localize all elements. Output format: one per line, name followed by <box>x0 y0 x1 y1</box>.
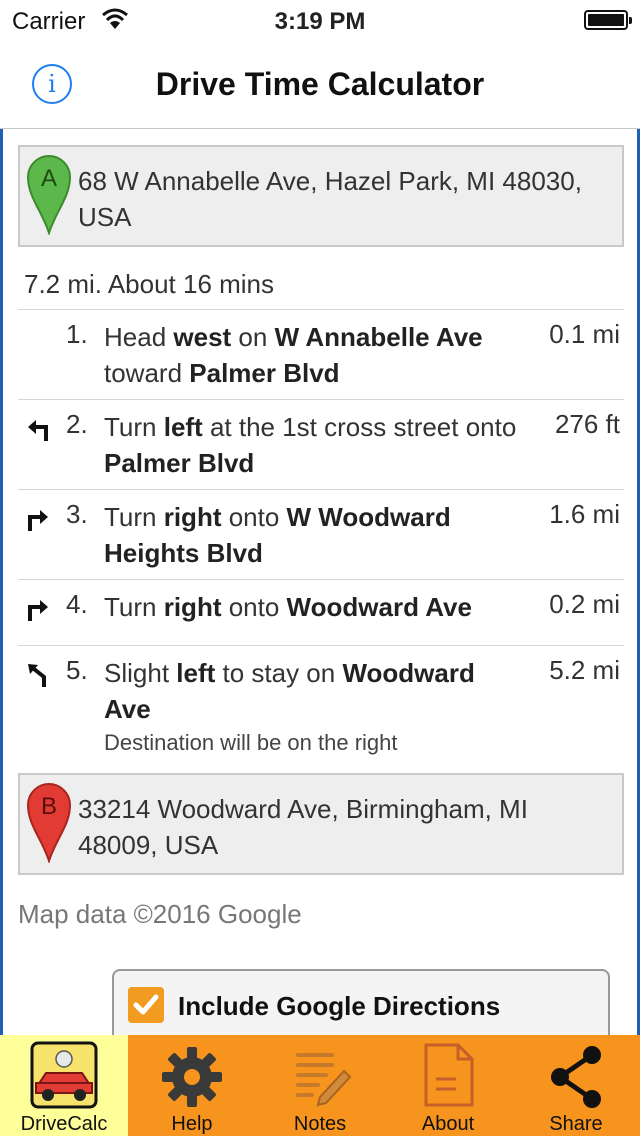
step-text: onto <box>221 592 287 622</box>
direction-step: 5. Slight left to stay on Woodward Ave Des… <box>18 645 624 769</box>
battery-icon <box>584 10 632 30</box>
step-emphasis: right <box>163 502 222 532</box>
step-text: Turn <box>104 412 164 442</box>
step-distance: 5.2 mi <box>549 655 620 685</box>
step-instruction: Turn left at the 1st cross street onto P… <box>104 409 524 481</box>
step-number: 1. <box>66 319 88 349</box>
step-distance: 0.1 mi <box>549 319 620 349</box>
step-emphasis: W Annabelle Ave <box>274 322 483 352</box>
step-emphasis: Palmer Blvd <box>104 448 255 478</box>
gear-icon <box>162 1047 222 1107</box>
tab-label: DriveCalc <box>20 1113 108 1135</box>
step-emphasis: left <box>176 658 216 688</box>
step-text: Slight <box>104 658 177 688</box>
step-emphasis: Woodward Ave <box>286 592 472 622</box>
drivecalc-car-icon <box>30 1041 98 1109</box>
direction-step: 3. Turn right onto W Woodward Heights Blv… <box>18 489 624 579</box>
step-distance: 0.2 mi <box>549 589 620 619</box>
step-emphasis: right <box>163 592 222 622</box>
destination-address: 33214 Woodward Ave, Birmingham, MI 48009… <box>78 794 528 860</box>
origin-pin-label: A <box>41 165 57 192</box>
origin-address-box: A 68 W Annabelle Ave, Hazel Park, MI 480… <box>18 145 624 247</box>
tab-help[interactable]: Help <box>128 1035 256 1136</box>
destination-pin-icon: B <box>26 783 72 863</box>
include-google-directions-label: Include Google Directions <box>178 991 501 1021</box>
tab-about[interactable]: About <box>384 1035 512 1136</box>
step-text: toward <box>104 358 190 388</box>
status-bar: Carrier 3:19 PM <box>0 0 640 40</box>
step-number: 3. <box>66 499 88 529</box>
step-text: onto <box>221 502 287 532</box>
step-instruction: Turn right onto W Woodward Heights Blvd <box>104 499 524 571</box>
turn-left-icon <box>28 420 48 441</box>
notes-icon <box>296 1053 352 1107</box>
tab-notes[interactable]: Notes <box>256 1035 384 1136</box>
origin-pin-icon: A <box>26 155 72 235</box>
step-distance: 1.6 mi <box>549 499 620 529</box>
step-instruction: Turn right onto Woodward Ave <box>104 589 524 625</box>
step-number: 4. <box>66 589 88 619</box>
turn-right-icon <box>28 510 48 531</box>
navigation-bar: i Drive Time Calculator <box>0 40 640 129</box>
page-title: Drive Time Calculator <box>155 66 485 102</box>
tab-label: Help <box>171 1113 213 1135</box>
step-text: Head <box>104 322 174 352</box>
map-attribution: Map data ©2016 Google <box>18 899 302 929</box>
step-number: 5. <box>66 655 88 685</box>
route-summary: 7.2 mi. About 16 mins <box>24 269 275 299</box>
step-emphasis: Palmer Blvd <box>189 358 340 388</box>
share-icon <box>551 1046 601 1108</box>
tab-bar: DriveCalc Help Notes About Share <box>0 1035 640 1136</box>
include-google-directions-toggle[interactable]: Include Google Directions <box>112 969 610 1035</box>
step-emphasis: left <box>163 412 203 442</box>
document-icon <box>424 1043 474 1107</box>
step-instruction: Head west on W Annabelle Ave toward Palm… <box>104 319 524 391</box>
step-instruction: Slight left to stay on Woodward Ave Desti… <box>104 655 524 759</box>
slight-left-icon <box>28 664 46 687</box>
tab-label: About <box>421 1113 475 1135</box>
direction-step: 2. Turn left at the 1st cross street onto… <box>18 399 624 489</box>
step-text: to stay on <box>215 658 343 688</box>
step-note: Destination will be on the right <box>104 730 398 755</box>
step-text: Turn <box>104 592 164 622</box>
step-number: 2. <box>66 409 88 439</box>
origin-address: 68 W Annabelle Ave, Hazel Park, MI 48030… <box>78 166 582 232</box>
destination-address-box: B 33214 Woodward Ave, Birmingham, MI 480… <box>18 773 624 875</box>
tab-share[interactable]: Share <box>512 1035 640 1136</box>
step-text: on <box>231 322 275 352</box>
tab-drivecalc[interactable]: DriveCalc <box>0 1035 128 1136</box>
destination-pin-label: B <box>41 793 57 820</box>
direction-step: 1. Head west on W Annabelle Ave toward Pa… <box>18 309 624 399</box>
step-distance: 276 ft <box>554 409 620 439</box>
step-emphasis: west <box>173 322 232 352</box>
turn-right-icon <box>28 600 48 621</box>
checkbox-checked-icon[interactable] <box>128 987 164 1023</box>
directions-panel[interactable]: A 68 W Annabelle Ave, Hazel Park, MI 480… <box>0 129 640 1035</box>
step-text: Turn <box>104 502 164 532</box>
tab-label: Notes <box>293 1113 347 1135</box>
step-text: at the 1st cross street onto <box>202 412 517 442</box>
tab-label: Share <box>549 1113 603 1135</box>
direction-step: 4. Turn right onto Woodward Ave 0.2 mi <box>18 579 624 645</box>
status-time: 3:19 PM <box>274 8 366 35</box>
